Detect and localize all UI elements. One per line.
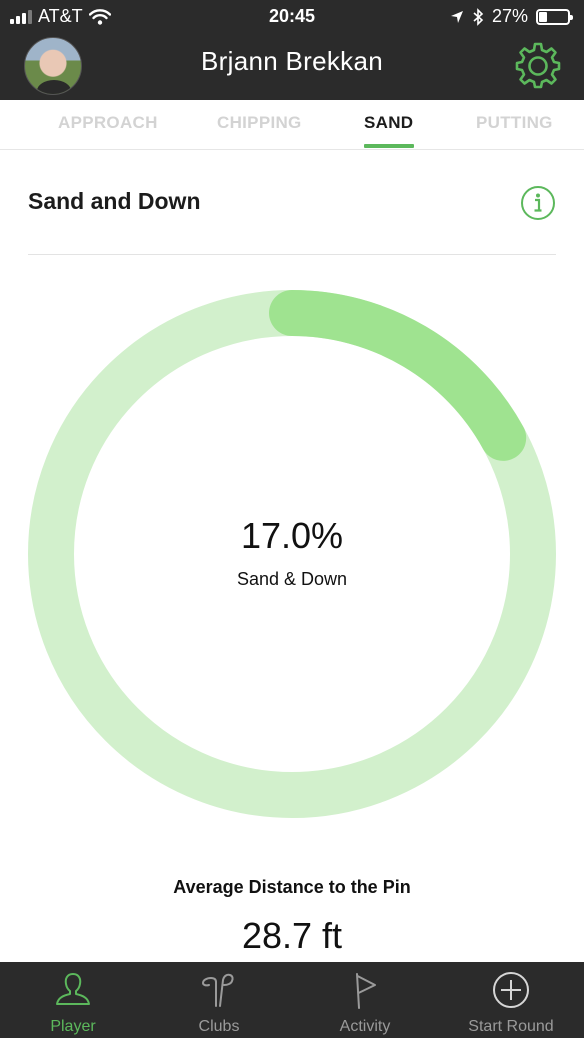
tab-sand[interactable]: SAND (364, 113, 413, 133)
gear-icon[interactable] (514, 41, 562, 89)
info-icon[interactable] (520, 185, 556, 221)
location-icon (450, 10, 463, 23)
status-bar: AT&T 20:45 27% (0, 0, 584, 34)
section-title: Sand and Down (28, 188, 201, 214)
clubs-icon (202, 973, 234, 1007)
tab-approach[interactable]: APPROACH (58, 113, 158, 133)
avatar-shirt (37, 80, 71, 94)
nav-player[interactable]: Player (0, 962, 146, 1038)
nav-clubs[interactable]: Clubs (146, 962, 292, 1038)
battery-percent: 27% (491, 6, 528, 26)
average-distance-value: 28.7 ft (241, 915, 343, 956)
nav-start-round[interactable]: Start Round (438, 962, 584, 1038)
ring-progress (269, 290, 527, 461)
nav-activity[interactable]: Activity (292, 962, 438, 1038)
status-right: 27% (450, 6, 573, 27)
bluetooth-icon (473, 7, 484, 26)
stats-tabs: APPROACH CHIPPING SAND PUTTING (0, 100, 584, 150)
average-distance-label: Average Distance to the Pin (173, 877, 411, 897)
player-name: Brjann Brekkan (201, 46, 383, 76)
ring-value: 17.0% (240, 515, 344, 556)
battery-icon (536, 8, 573, 25)
tab-chipping[interactable]: CHIPPING (217, 113, 302, 133)
nav-start-round-label: Start Round (468, 1018, 554, 1035)
nav-player-label: Player (50, 1018, 96, 1035)
nav-clubs-label: Clubs (198, 1018, 240, 1035)
tab-putting[interactable]: PUTTING (476, 113, 553, 133)
battery-level (539, 11, 547, 22)
bottom-nav: Player Clubs Activity Start Round (0, 962, 584, 1038)
flag-icon (356, 973, 376, 1009)
plus-circle-icon (493, 972, 529, 1008)
ring-label: Sand & Down (236, 569, 348, 589)
nav-activity-label: Activity (339, 1018, 391, 1035)
section-divider (28, 254, 556, 255)
player-icon (56, 973, 90, 1005)
active-tab-indicator (364, 144, 414, 148)
top-bar: AT&T 20:45 27% Brjann Brekkan (0, 0, 584, 100)
